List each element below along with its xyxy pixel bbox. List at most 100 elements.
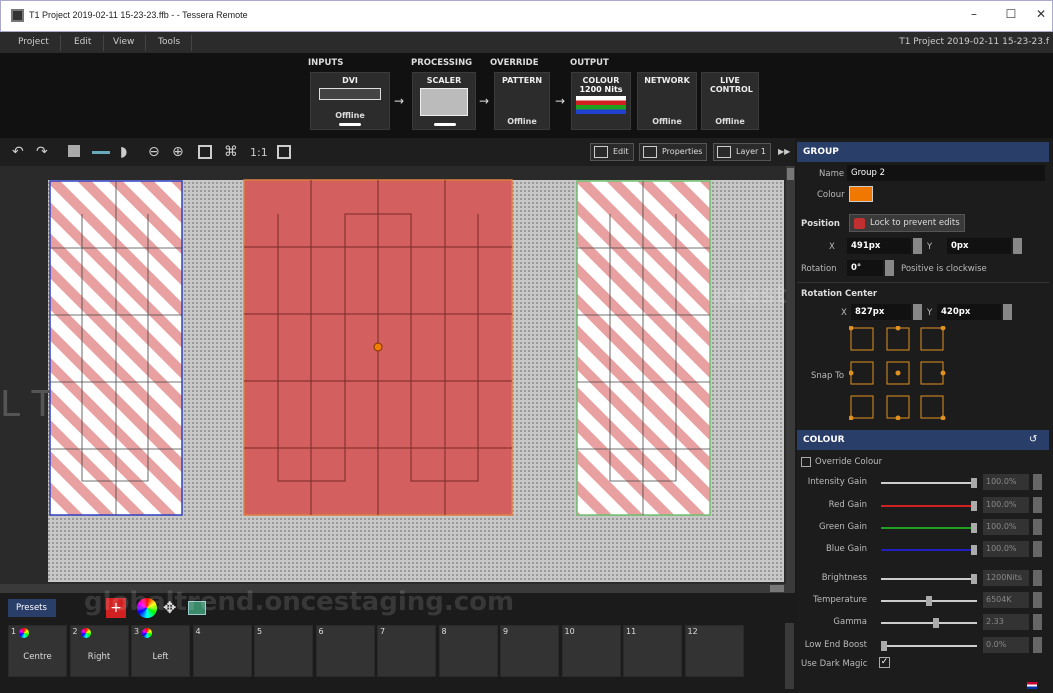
preset-cell[interactable]: 7 bbox=[377, 625, 436, 677]
preset-cell[interactable]: 1 Centre bbox=[8, 625, 67, 677]
preset-cell[interactable]: 5 bbox=[254, 625, 313, 677]
slider-knob[interactable] bbox=[971, 545, 977, 555]
slider-knob[interactable] bbox=[926, 596, 932, 606]
full-canvas-icon[interactable] bbox=[277, 145, 291, 159]
dark-magic-checkbox[interactable]: ✓ bbox=[879, 657, 890, 668]
position-y-spinner[interactable] bbox=[1013, 238, 1022, 254]
colour-value-spinner[interactable] bbox=[1033, 519, 1042, 535]
colour-value-field[interactable]: 1200Nits bbox=[983, 570, 1029, 586]
colour-value-spinner[interactable] bbox=[1033, 614, 1042, 630]
screen-left[interactable] bbox=[49, 180, 183, 516]
colour-value-spinner[interactable] bbox=[1033, 592, 1042, 608]
position-y-field[interactable]: 0px bbox=[947, 238, 1011, 254]
colour-value-spinner[interactable] bbox=[1033, 570, 1042, 586]
group-colour-swatch[interactable] bbox=[849, 186, 873, 202]
colour-slider[interactable] bbox=[881, 574, 977, 584]
slider-knob[interactable] bbox=[881, 641, 887, 651]
preset-cell[interactable]: 4 bbox=[192, 625, 252, 677]
reset-icon[interactable]: ↺ bbox=[1029, 434, 1037, 445]
scaler-box[interactable]: SCALER bbox=[412, 72, 476, 130]
vertical-scrollbar[interactable] bbox=[786, 166, 795, 584]
language-flag-icon[interactable] bbox=[1027, 682, 1037, 689]
zoom-in-icon[interactable]: ⊕ bbox=[172, 144, 184, 160]
preset-cell[interactable]: 10 bbox=[561, 625, 621, 677]
zoom-out-icon[interactable]: ⊖ bbox=[148, 144, 160, 160]
rotation-center-y-field[interactable]: 420px bbox=[937, 304, 1001, 320]
name-field[interactable]: Group 2 bbox=[847, 165, 1045, 181]
rotation-center-y-spinner[interactable] bbox=[1003, 304, 1012, 320]
close-button[interactable]: ✕ bbox=[1031, 7, 1051, 25]
slider-knob[interactable] bbox=[971, 478, 977, 488]
colour-slider[interactable] bbox=[881, 596, 977, 606]
rotation-center-marker[interactable] bbox=[373, 342, 383, 352]
preset-cell[interactable]: 9 bbox=[500, 625, 559, 677]
colour-slider[interactable] bbox=[881, 545, 977, 555]
colour-value-spinner[interactable] bbox=[1033, 637, 1042, 653]
slider-knob[interactable] bbox=[971, 523, 977, 533]
colour-value-field[interactable]: 6504K bbox=[983, 592, 1029, 608]
colour-slider[interactable] bbox=[881, 523, 977, 533]
preset-number: 7 bbox=[380, 627, 386, 636]
colour-value-field[interactable]: 2.33 bbox=[983, 614, 1029, 630]
redo-icon[interactable]: ↷ bbox=[36, 144, 48, 160]
menu-tools[interactable]: Tools bbox=[158, 37, 180, 47]
live-control-box[interactable]: LIVE CONTROL Offline bbox=[701, 72, 759, 130]
colour-slider[interactable] bbox=[881, 478, 977, 488]
lock-icon bbox=[854, 218, 865, 229]
preset-cell[interactable]: 6 bbox=[315, 625, 375, 677]
position-x-spinner[interactable] bbox=[913, 238, 922, 254]
override-colour-checkbox[interactable] bbox=[801, 457, 811, 467]
presets-scrollbar[interactable] bbox=[785, 623, 794, 689]
rotation-center-x-spinner[interactable] bbox=[913, 304, 922, 320]
fill-tool-icon[interactable]: ◗ bbox=[120, 144, 127, 160]
colour-value-field[interactable]: 0.0% bbox=[983, 637, 1029, 653]
colour-value-spinner[interactable] bbox=[1033, 474, 1042, 490]
position-x-field[interactable]: 491px bbox=[847, 238, 911, 254]
fit-selection-icon[interactable]: ⌘ bbox=[224, 144, 238, 160]
rotation-spinner[interactable] bbox=[885, 260, 894, 276]
lock-button[interactable]: Lock to prevent edits bbox=[849, 214, 965, 232]
menu-project[interactable]: Project bbox=[18, 37, 49, 47]
colour-value-field[interactable]: 100.0% bbox=[983, 497, 1029, 513]
edit-button[interactable]: Edit bbox=[590, 143, 634, 161]
colour-value-field[interactable]: 100.0% bbox=[983, 519, 1029, 535]
slider-knob[interactable] bbox=[971, 501, 977, 511]
pattern-box[interactable]: PATTERN Offline bbox=[494, 72, 550, 130]
colour-value-spinner[interactable] bbox=[1033, 541, 1042, 557]
colour-value-field[interactable]: 100.0% bbox=[983, 541, 1029, 557]
colour-slider[interactable] bbox=[881, 618, 977, 628]
rotation-field[interactable]: 0° bbox=[847, 260, 883, 276]
slider-knob[interactable] bbox=[933, 618, 940, 628]
preset-cell[interactable]: 8 bbox=[438, 625, 498, 677]
expand-panel-icon[interactable]: ▶▶ bbox=[778, 147, 790, 156]
colour-value-field[interactable]: 100.0% bbox=[983, 474, 1029, 490]
add-tile-icon[interactable] bbox=[68, 145, 80, 157]
presets-tab[interactable]: Presets bbox=[8, 599, 56, 617]
layer-button[interactable]: Layer 1 bbox=[713, 143, 771, 161]
slider-knob[interactable] bbox=[971, 574, 977, 584]
maximize-button[interactable]: ☐ bbox=[1001, 7, 1021, 25]
colour-slider[interactable] bbox=[881, 501, 977, 511]
screen-center[interactable] bbox=[243, 179, 513, 516]
undo-icon[interactable]: ↶ bbox=[12, 144, 24, 160]
properties-button[interactable]: Properties bbox=[639, 143, 708, 161]
menu-view[interactable]: View bbox=[113, 37, 134, 47]
dvi-input-box[interactable]: DVI Offline bbox=[310, 72, 390, 130]
network-box[interactable]: NETWORK Offline bbox=[637, 72, 697, 130]
menu-edit[interactable]: Edit bbox=[74, 37, 91, 47]
screen-right[interactable] bbox=[576, 180, 711, 516]
line-tool-icon[interactable] bbox=[92, 151, 110, 154]
preset-cell[interactable]: 2 Right bbox=[69, 625, 129, 677]
fit-view-icon[interactable] bbox=[198, 145, 212, 159]
preset-cell[interactable]: 3 Left bbox=[131, 625, 190, 677]
colour-box[interactable]: COLOUR 1200 Nits bbox=[571, 72, 631, 130]
layout-canvas[interactable]: L T reest bbox=[0, 166, 786, 584]
minimize-button[interactable]: – bbox=[964, 7, 984, 25]
preset-cell[interactable]: 11 bbox=[623, 625, 682, 677]
colour-slider[interactable] bbox=[881, 641, 977, 651]
snap-grid[interactable] bbox=[849, 326, 949, 420]
preset-cell[interactable]: 12 bbox=[684, 625, 744, 677]
actual-size-icon[interactable]: 1:1 bbox=[250, 146, 268, 159]
colour-value-spinner[interactable] bbox=[1033, 497, 1042, 513]
rotation-center-x-field[interactable]: 827px bbox=[851, 304, 911, 320]
